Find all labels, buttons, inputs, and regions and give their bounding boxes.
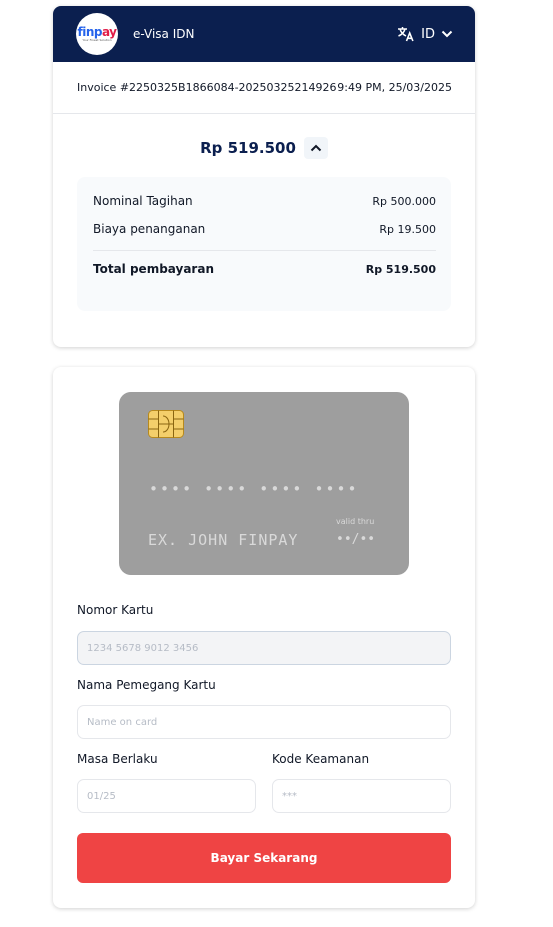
invoice-number: Invoice #2250325B1866084-20250325214926 xyxy=(77,81,337,94)
total-amount: Rp 519.500 xyxy=(200,139,296,157)
breakdown-row: Biaya penanganan Rp 19.500 xyxy=(93,222,436,236)
holder-name-label: Nama Pemegang Kartu xyxy=(77,678,216,692)
valid-thru-label: valid thru xyxy=(336,517,375,526)
cvv-label: Kode Keamanan xyxy=(272,752,370,766)
language-code: ID xyxy=(421,26,435,42)
cvv-input[interactable] xyxy=(272,779,451,813)
breakdown-total: Total pembayaran Rp 519.500 xyxy=(93,262,436,276)
card-chip-icon xyxy=(148,410,184,438)
payment-form-card: •••• •••• •••• •••• EX. JOHN FINPAY vali… xyxy=(53,367,475,908)
invoice-datetime: 9:49 PM, 25/03/2025 xyxy=(337,81,452,94)
divider xyxy=(93,250,436,251)
holder-name-input[interactable] xyxy=(77,705,451,739)
app-header: finpay Your Finest Solution e-Visa IDN I… xyxy=(53,6,475,62)
pay-now-button[interactable]: Bayar Sekarang xyxy=(77,833,451,883)
card-number-input[interactable] xyxy=(77,631,451,665)
amount-header: Rp 519.500 xyxy=(53,137,475,159)
payment-breakdown: Nominal Tagihan Rp 500.000 Biaya penanga… xyxy=(77,177,451,311)
card-number-preview: •••• •••• •••• •••• xyxy=(149,480,359,498)
finpay-logo: finpay Your Finest Solution xyxy=(76,13,118,55)
language-selector[interactable]: ID xyxy=(397,26,453,42)
invoice-info: Invoice #2250325B1866084-20250325214926 … xyxy=(53,62,475,114)
translate-icon xyxy=(397,26,415,42)
chevron-up-icon xyxy=(310,144,322,152)
expiry-input[interactable] xyxy=(77,779,256,813)
card-number-label: Nomor Kartu xyxy=(77,603,154,617)
invoice-card: finpay Your Finest Solution e-Visa IDN I… xyxy=(53,6,475,347)
toggle-details-button[interactable] xyxy=(303,137,328,159)
chevron-down-icon xyxy=(441,30,453,38)
card-expiry-preview: ••/•• xyxy=(336,532,376,547)
credit-card-preview: •••• •••• •••• •••• EX. JOHN FINPAY vali… xyxy=(119,392,409,575)
breakdown-row: Nominal Tagihan Rp 500.000 xyxy=(93,194,436,208)
app-title: e-Visa IDN xyxy=(133,27,195,41)
expiry-label: Masa Berlaku xyxy=(77,752,158,766)
card-holder-preview: EX. JOHN FINPAY xyxy=(148,531,299,549)
